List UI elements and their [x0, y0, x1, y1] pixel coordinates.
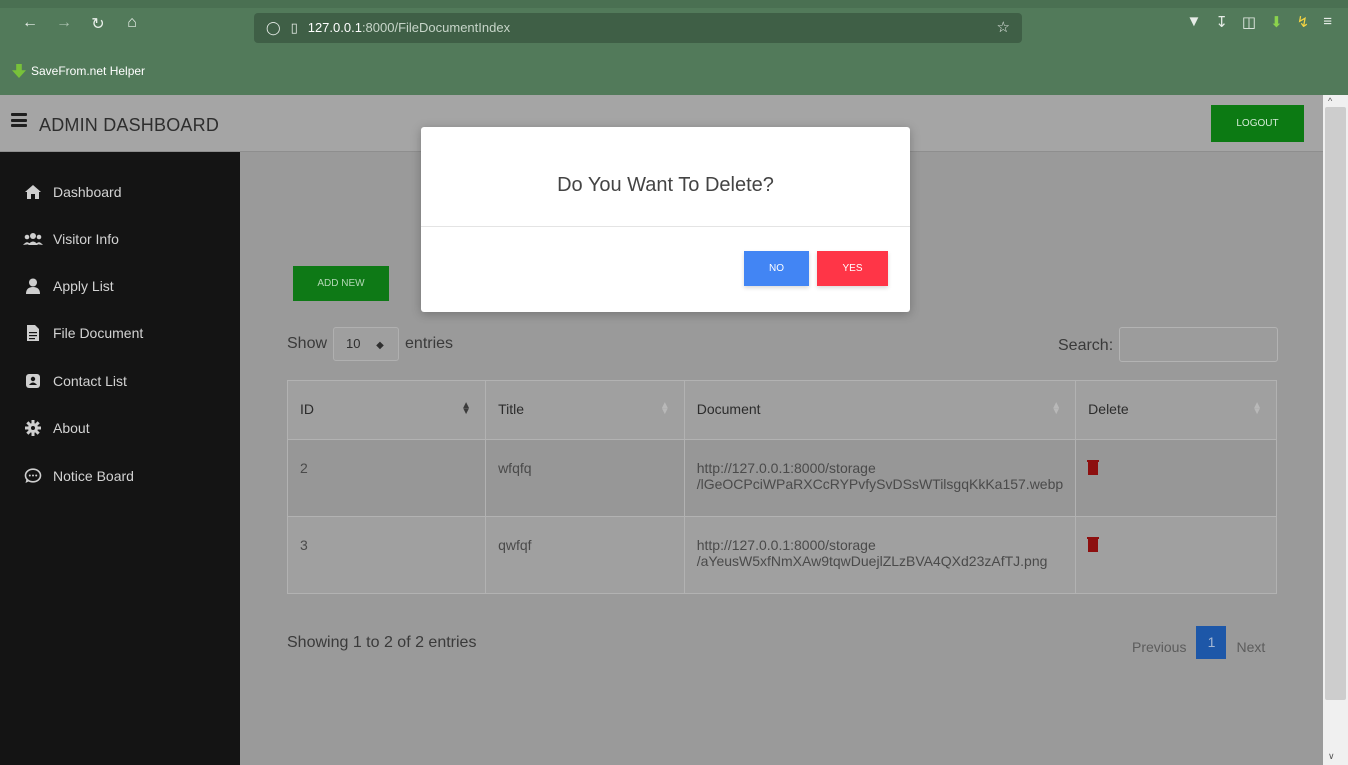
cell-id: 3	[286, 516, 487, 594]
search-label: Search:	[1058, 337, 1114, 354]
sidebar-item-label: Apply List	[53, 278, 114, 294]
page-size-control: Show 10 ◆ entries	[287, 327, 453, 361]
cell-document: http://127.0.0.1:8000/storage/lGeOCPciWP…	[683, 439, 1077, 517]
sidebar-item-label: About	[53, 420, 90, 436]
column-header-id[interactable]: ID ▲ ▼	[286, 380, 487, 440]
sidebar-item-label: Visitor Info	[53, 231, 119, 247]
sort-icon: ▲ ▼	[1252, 400, 1262, 417]
sidebar-item-label: Contact List	[53, 373, 127, 389]
select-arrows-icon: ◆	[376, 340, 384, 351]
sort-icon: ▲ ▼	[1051, 400, 1062, 417]
page-icon: ▯	[290, 20, 298, 35]
add-new-button[interactable]: ADD NEW	[293, 266, 389, 301]
sidebar-item-about[interactable]: About	[23, 417, 90, 439]
trash-icon[interactable]	[1087, 460, 1100, 475]
document-url-line2: /lGeOCPciWPaRXCcRYPvfySvDSsWTilsgqKkKa15…	[696, 476, 1064, 492]
sidebar-item-label: Dashboard	[53, 184, 122, 200]
savefrom-bookmark-icon	[12, 64, 26, 78]
bookmark-star-icon[interactable]: ☆	[997, 13, 1010, 43]
entries-label: entries	[405, 335, 454, 352]
sort-icon: ▲ ▼	[461, 400, 472, 417]
extension-bolt-icon[interactable]: ↯	[1297, 13, 1310, 31]
home-button-icon[interactable]: ⌂	[120, 14, 144, 34]
chat-icon	[23, 467, 43, 485]
page-size-select[interactable]: 10 ◆	[333, 327, 400, 361]
next-page-link[interactable]: Next	[1236, 639, 1265, 655]
sidebar-item-dashboard[interactable]: Dashboard	[23, 181, 122, 203]
scroll-up-icon[interactable]: ^	[1328, 96, 1332, 106]
forward-icon[interactable]: →	[52, 14, 76, 34]
browser-nav: ← → ↻ ⌂	[18, 14, 144, 34]
download-icon[interactable]: ↧	[1215, 13, 1228, 31]
sidebar-item-file-document[interactable]: File Document	[23, 322, 143, 344]
document-url-line1: http://127.0.0.1:8000/storage	[696, 460, 876, 476]
cell-document: http://127.0.0.1:8000/storage/aYeusW5xfN…	[683, 516, 1077, 594]
file-icon	[23, 324, 43, 342]
no-button[interactable]: NO	[744, 251, 809, 286]
delete-confirm-dialog: Do You Want To Delete? NO YES	[421, 127, 910, 312]
trash-icon[interactable]	[1087, 537, 1100, 552]
table-row: 3 qwfqf http://127.0.0.1:8000/storage/aY…	[286, 516, 1277, 594]
browser-toolbar: ← → ↻ ⌂ ◯ ▯ 127.0.0.1:8000/FileDocumentI…	[0, 0, 1348, 95]
browser-extensions: ▼ ↧ ◫ ⬇ ↯ ≡	[1186, 13, 1332, 31]
cell-id: 2	[286, 439, 487, 517]
cell-title: wfqfq	[485, 439, 685, 517]
scrollbar-thumb[interactable]	[1325, 107, 1346, 700]
table-row: 2 wfqfq http://127.0.0.1:8000/storage/lG…	[286, 439, 1277, 517]
page-number-button[interactable]: 1	[1196, 626, 1227, 659]
yes-button[interactable]: YES	[817, 251, 888, 286]
address-bar[interactable]: ◯ ▯ 127.0.0.1:8000/FileDocumentIndex ☆	[254, 13, 1022, 43]
logout-button[interactable]: LOGOUT	[1211, 105, 1304, 142]
sidebar: Dashboard Visitor Info Apply List File D…	[0, 152, 240, 765]
reader-view-icon[interactable]: ◫	[1242, 13, 1256, 31]
pocket-icon[interactable]: ▼	[1186, 13, 1201, 31]
scroll-down-icon[interactable]: ∨	[1328, 751, 1335, 762]
sidebar-item-label: Notice Board	[53, 468, 134, 484]
document-url-line1: http://127.0.0.1:8000/storage	[696, 537, 876, 553]
url-host: 127.0.0.1	[307, 20, 362, 35]
sidebar-item-label: File Document	[53, 325, 144, 341]
document-url-line2: /aYeusW5xfNmXAw9tqwDuejlZLzBVA4QXd23zAfT…	[696, 553, 1048, 569]
menu-icon[interactable]: ≡	[1323, 13, 1332, 31]
savefrom-extension-icon[interactable]: ⬇	[1270, 13, 1283, 31]
table-info: Showing 1 to 2 of 2 entries	[287, 634, 477, 651]
column-header-delete[interactable]: Delete ▲ ▼	[1075, 380, 1277, 440]
url-path: :8000/FileDocumentIndex	[361, 20, 511, 35]
cell-delete	[1075, 516, 1277, 594]
search-input[interactable]	[1119, 327, 1278, 362]
cell-title: qwfqf	[485, 516, 685, 594]
contact-icon	[23, 372, 43, 390]
home-icon	[23, 183, 43, 201]
tab-strip	[0, 0, 1348, 8]
hamburger-menu-icon[interactable]	[11, 113, 27, 127]
reload-icon[interactable]: ↻	[86, 14, 110, 34]
users-icon	[23, 230, 43, 248]
bookmark-label: SaveFrom.net Helper	[31, 64, 146, 78]
sort-icon: ▲ ▼	[659, 400, 670, 417]
dashboard-title: ADMIN DASHBOARD	[39, 115, 220, 135]
pagination: Previous 1 Next	[1132, 626, 1265, 659]
sidebar-item-visitor-info[interactable]: Visitor Info	[23, 228, 119, 250]
shield-icon[interactable]: ◯	[266, 13, 281, 43]
user-icon	[23, 277, 43, 295]
sidebar-item-contact-list[interactable]: Contact List	[23, 370, 127, 392]
dialog-title: Do You Want To Delete?	[557, 174, 774, 196]
gear-icon	[23, 419, 43, 437]
bookmark-item[interactable]: SaveFrom.net Helper	[12, 64, 145, 78]
dialog-divider	[421, 226, 910, 227]
table-header-row: ID ▲ ▼ Title ▲ ▼ Document ▲ ▼ Delete ▲ ▼	[286, 380, 1277, 440]
back-icon[interactable]: ←	[18, 14, 42, 34]
page-size-value: 10	[346, 336, 361, 351]
previous-page-link[interactable]: Previous	[1132, 639, 1186, 655]
sidebar-item-apply-list[interactable]: Apply List	[23, 275, 114, 297]
cell-delete	[1075, 439, 1277, 517]
sidebar-item-notice-board[interactable]: Notice Board	[23, 465, 134, 487]
column-header-document[interactable]: Document ▲ ▼	[683, 380, 1077, 440]
column-header-title[interactable]: Title ▲ ▼	[485, 380, 685, 440]
show-label: Show	[287, 335, 328, 352]
documents-table: ID ▲ ▼ Title ▲ ▼ Document ▲ ▼ Delete ▲ ▼ 2 wfqfq…	[286, 380, 1277, 594]
page-scrollbar[interactable]: ^ ∨	[1323, 95, 1348, 765]
